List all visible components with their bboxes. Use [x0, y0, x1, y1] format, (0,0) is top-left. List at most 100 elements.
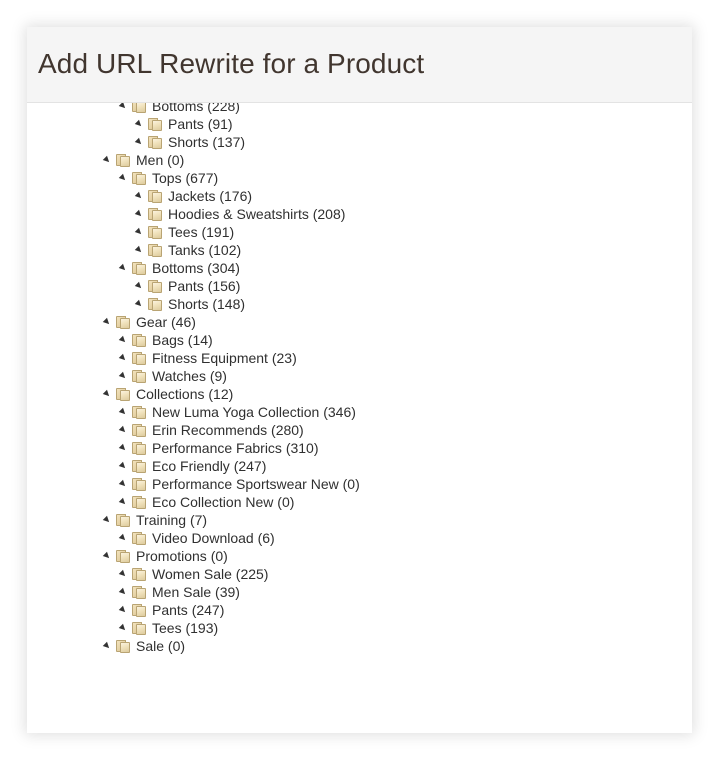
folder-icon — [116, 315, 131, 329]
tree-item[interactable]: Jackets (176) — [27, 187, 692, 205]
tree-item[interactable]: Pants (247) — [27, 601, 692, 619]
folder-icon — [132, 441, 147, 455]
tree-item-label: New Luma Yoga Collection (346) — [152, 404, 356, 420]
tree-item-label: Bags (14) — [152, 332, 213, 348]
tree-item-label: Hoodies & Sweatshirts (208) — [168, 206, 346, 222]
folder-icon — [132, 369, 147, 383]
tree-item[interactable]: Performance Sportswear New (0) — [27, 475, 692, 493]
tree-item[interactable]: Video Download (6) — [27, 529, 692, 547]
triangle-collapse-icon[interactable] — [103, 515, 114, 526]
tree-item-label: Erin Recommends (280) — [152, 422, 304, 438]
tree-item[interactable]: Performance Fabrics (310) — [27, 439, 692, 457]
tree-item[interactable]: Collections (12) — [27, 385, 692, 403]
modal-body: Bottoms (228) Pants (91) Shorts (137) Men (… — [27, 103, 692, 732]
tree-item[interactable]: Men (0) — [27, 151, 692, 169]
tree-item-label: Shorts (148) — [168, 296, 246, 312]
triangle-collapse-icon[interactable] — [119, 569, 130, 580]
triangle-collapse-icon[interactable] — [119, 587, 130, 598]
triangle-collapse-icon[interactable] — [119, 335, 130, 346]
tree-item[interactable]: Tees (191) — [27, 223, 692, 241]
tree-item[interactable]: Sale (0) — [27, 637, 692, 655]
folder-icon — [116, 549, 131, 563]
triangle-collapse-icon[interactable] — [135, 119, 146, 130]
triangle-collapse-icon[interactable] — [135, 209, 146, 220]
tree-item[interactable]: Promotions (0) — [27, 547, 692, 565]
tree-item[interactable]: Pants (91) — [27, 115, 692, 133]
tree-item-label: Tanks (102) — [168, 242, 242, 258]
tree-item[interactable]: Bottoms (228) — [27, 103, 692, 115]
tree-item[interactable]: Tops (677) — [27, 169, 692, 187]
folder-icon — [148, 225, 163, 239]
triangle-collapse-icon[interactable] — [103, 551, 114, 562]
folder-icon — [148, 189, 163, 203]
category-tree: Bottoms (228) Pants (91) Shorts (137) Men (… — [27, 103, 692, 655]
tree-item-label: Eco Friendly (247) — [152, 458, 267, 474]
tree-item-label: Tees (193) — [152, 620, 219, 636]
tree-item[interactable]: Pants (156) — [27, 277, 692, 295]
folder-icon — [132, 621, 147, 635]
triangle-collapse-icon[interactable] — [119, 407, 130, 418]
folder-icon — [132, 567, 147, 581]
tree-item[interactable]: Men Sale (39) — [27, 583, 692, 601]
triangle-collapse-icon[interactable] — [119, 371, 130, 382]
tree-item[interactable]: Eco Collection New (0) — [27, 493, 692, 511]
folder-icon — [116, 513, 131, 527]
tree-item[interactable]: Bags (14) — [27, 331, 692, 349]
triangle-collapse-icon[interactable] — [103, 641, 114, 652]
triangle-collapse-icon[interactable] — [103, 317, 114, 328]
triangle-collapse-icon[interactable] — [135, 227, 146, 238]
folder-icon — [132, 171, 147, 185]
tree-item[interactable]: Hoodies & Sweatshirts (208) — [27, 205, 692, 223]
triangle-collapse-icon[interactable] — [135, 245, 146, 256]
triangle-collapse-icon[interactable] — [119, 497, 130, 508]
triangle-collapse-icon[interactable] — [119, 479, 130, 490]
triangle-collapse-icon[interactable] — [119, 103, 130, 112]
triangle-collapse-icon[interactable] — [119, 353, 130, 364]
triangle-collapse-icon[interactable] — [119, 263, 130, 274]
triangle-collapse-icon[interactable] — [135, 137, 146, 148]
tree-item[interactable]: Fitness Equipment (23) — [27, 349, 692, 367]
triangle-collapse-icon[interactable] — [119, 425, 130, 436]
tree-item[interactable]: Watches (9) — [27, 367, 692, 385]
triangle-collapse-icon[interactable] — [119, 443, 130, 454]
tree-item-label: Collections (12) — [136, 386, 234, 402]
folder-icon — [116, 639, 131, 653]
tree-item[interactable]: Women Sale (225) — [27, 565, 692, 583]
folder-icon — [132, 405, 147, 419]
tree-item-label: Pants (156) — [168, 278, 241, 294]
tree-item-label: Training (7) — [136, 512, 208, 528]
tree-item-label: Women Sale (225) — [152, 566, 269, 582]
tree-item-label: Men Sale (39) — [152, 584, 240, 600]
triangle-collapse-icon[interactable] — [119, 623, 130, 634]
tree-item[interactable]: Shorts (148) — [27, 295, 692, 313]
tree-item-label: Fitness Equipment (23) — [152, 350, 297, 366]
tree-item[interactable]: Erin Recommends (280) — [27, 421, 692, 439]
add-url-rewrite-modal: Add URL Rewrite for a Product Bottoms (2… — [27, 27, 692, 733]
modal-header: Add URL Rewrite for a Product — [27, 27, 692, 103]
tree-item-label: Jackets (176) — [168, 188, 253, 204]
tree-item[interactable]: Training (7) — [27, 511, 692, 529]
tree-item[interactable]: Bottoms (304) — [27, 259, 692, 277]
triangle-collapse-icon[interactable] — [103, 155, 114, 166]
tree-item[interactable]: Tees (193) — [27, 619, 692, 637]
tree-item[interactable]: New Luma Yoga Collection (346) — [27, 403, 692, 421]
triangle-collapse-icon[interactable] — [135, 191, 146, 202]
tree-item-label: Gear (46) — [136, 314, 196, 330]
folder-icon — [116, 387, 131, 401]
folder-icon — [132, 531, 147, 545]
triangle-collapse-icon[interactable] — [119, 173, 130, 184]
tree-item-label: Bottoms (304) — [152, 260, 240, 276]
triangle-collapse-icon[interactable] — [119, 461, 130, 472]
folder-icon — [132, 495, 147, 509]
triangle-collapse-icon[interactable] — [135, 299, 146, 310]
triangle-collapse-icon[interactable] — [135, 281, 146, 292]
folder-icon — [132, 261, 147, 275]
tree-item-label: Shorts (137) — [168, 134, 246, 150]
triangle-collapse-icon[interactable] — [119, 533, 130, 544]
triangle-collapse-icon[interactable] — [103, 389, 114, 400]
tree-item[interactable]: Eco Friendly (247) — [27, 457, 692, 475]
tree-item[interactable]: Tanks (102) — [27, 241, 692, 259]
tree-item[interactable]: Gear (46) — [27, 313, 692, 331]
tree-item[interactable]: Shorts (137) — [27, 133, 692, 151]
triangle-collapse-icon[interactable] — [119, 605, 130, 616]
